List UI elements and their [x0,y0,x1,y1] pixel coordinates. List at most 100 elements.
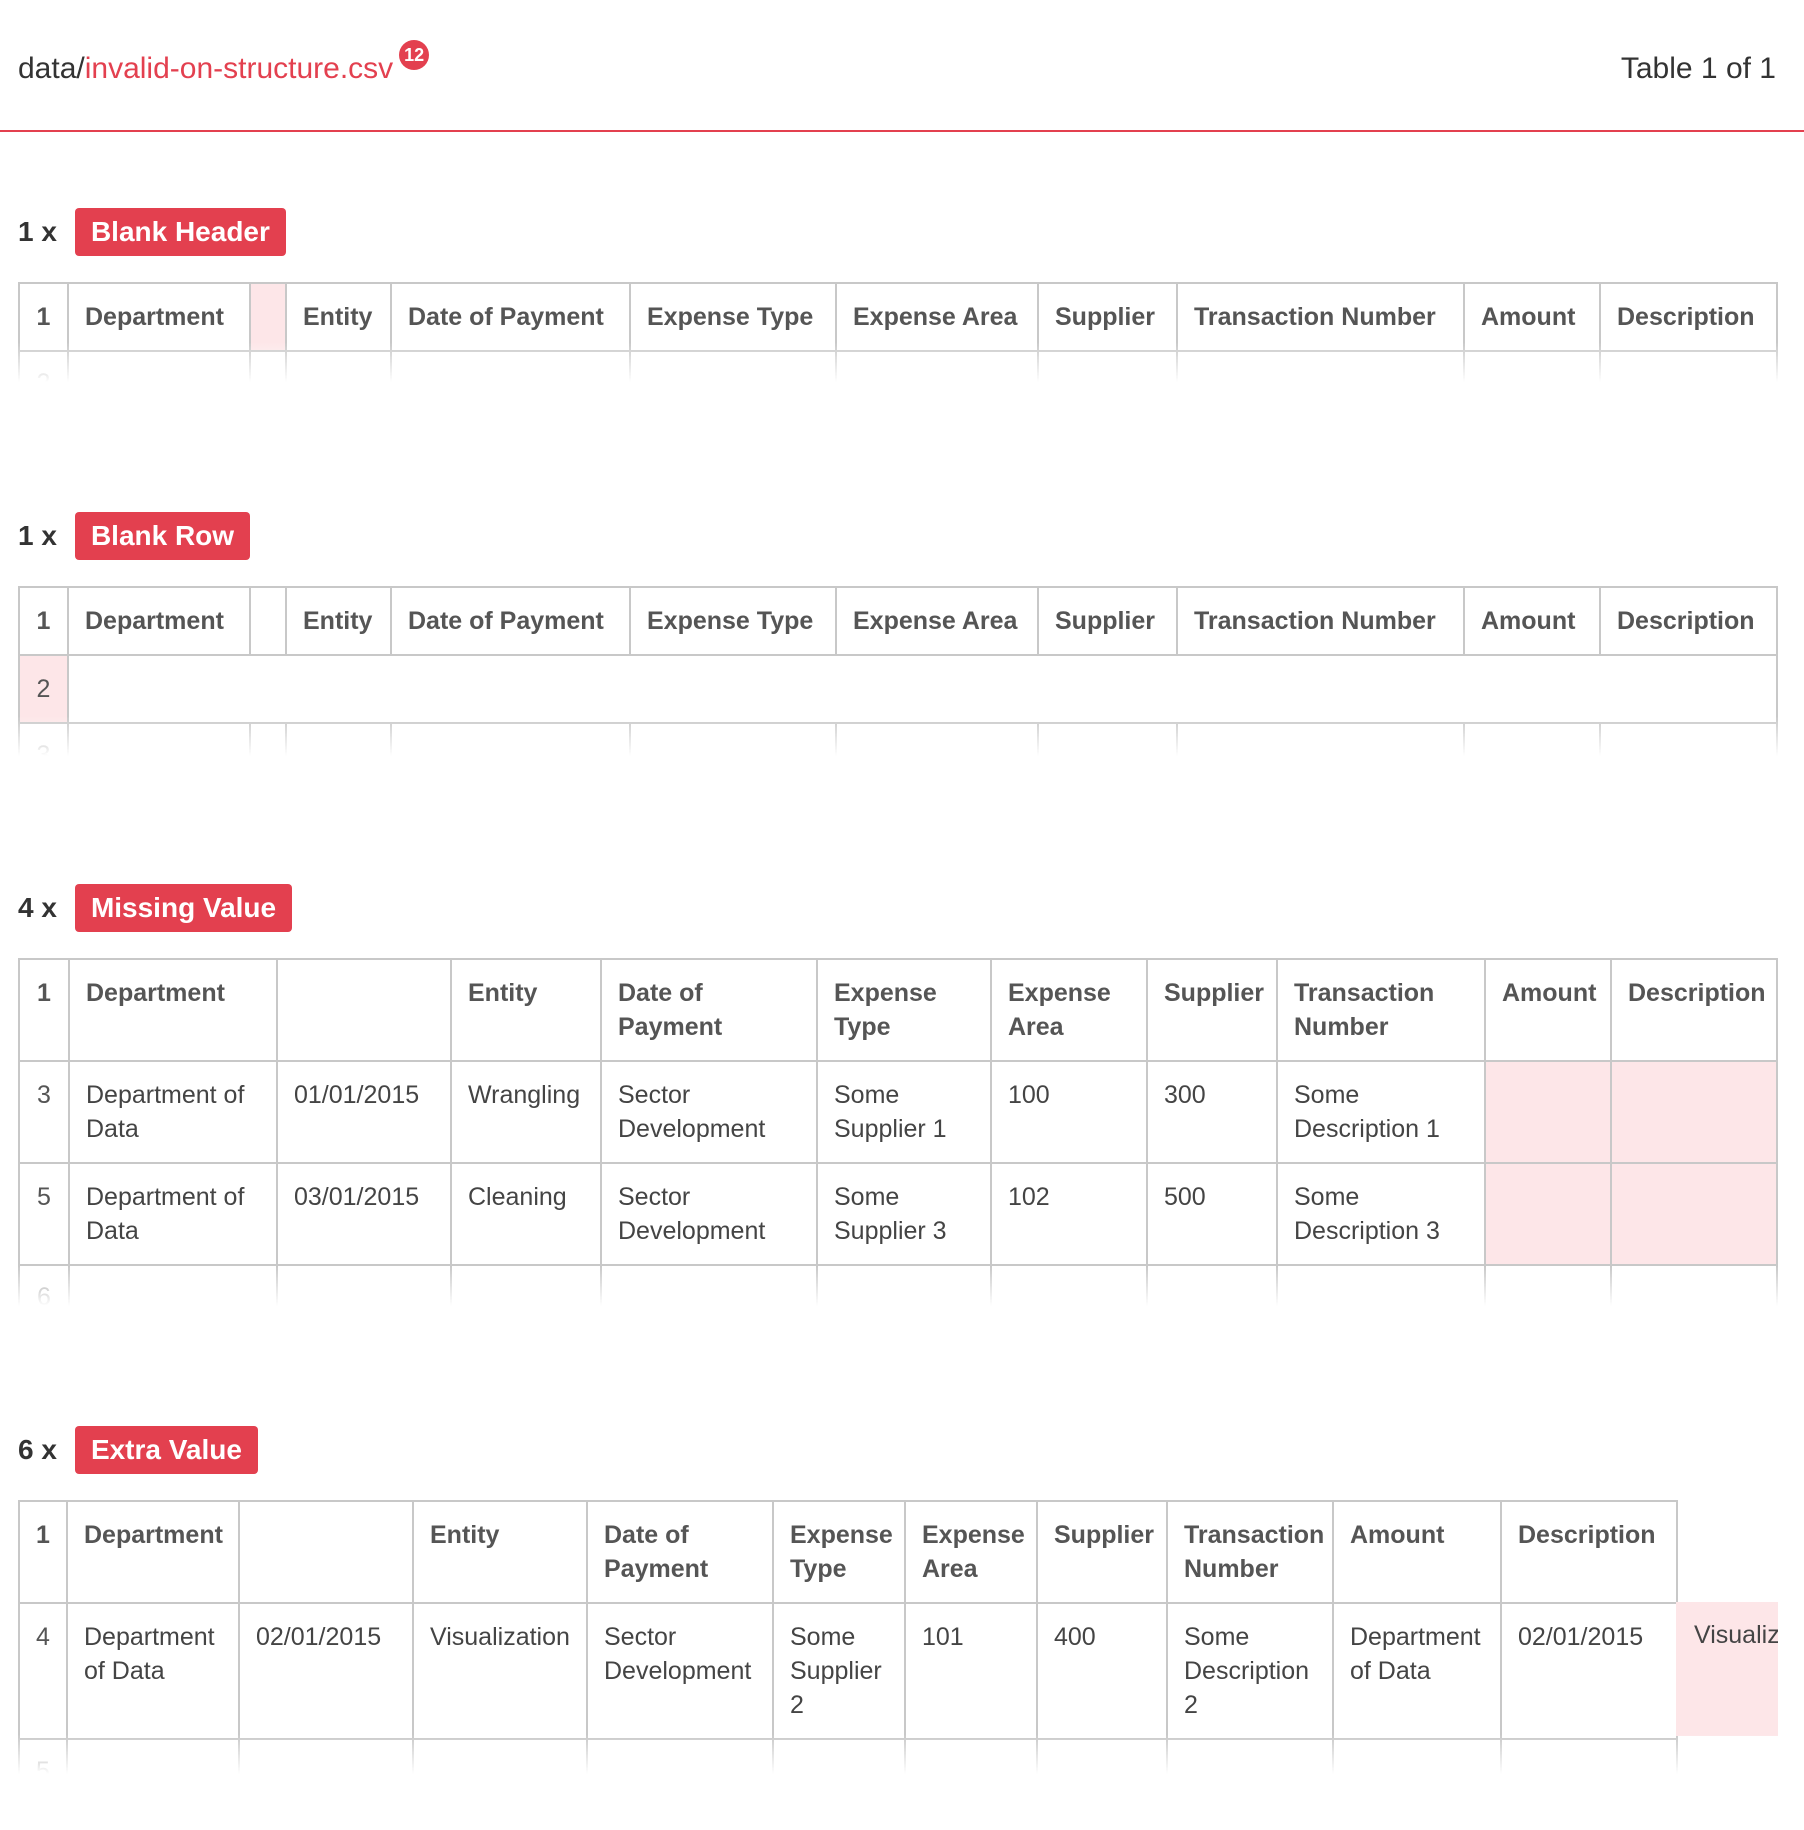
cell [450,1264,602,1306]
table-wrapper: 1 Department Entity Date of Payment Expe… [18,282,1778,382]
missing-value-cell [1610,1060,1778,1164]
cell: Cleaning [450,1162,602,1266]
error-type-badge: Extra Value [74,1426,258,1474]
header-cell: Transaction Number [1166,1500,1334,1604]
header-cell: Description [1500,1500,1678,1604]
header-cell: Expense Area [835,282,1039,352]
report-blank-row: 1 x Blank Row 1 Department Entity Date o… [18,512,1778,756]
header-cell [276,958,452,1062]
cell [1176,350,1465,382]
missing-value-cell [1484,1162,1612,1266]
error-type-badge: Blank Header [74,208,286,256]
header-cell: Supplier [1036,1500,1168,1604]
header-cell: Entity [450,958,602,1062]
table-row: 2 [18,350,1778,382]
cell [276,1264,452,1306]
missing-value-cell [1610,1162,1778,1266]
cell [1037,350,1178,382]
table-count: Table 1 of 1 [1620,52,1776,85]
cell: Some Supplier 3 [816,1162,992,1266]
cell [67,722,251,756]
error-table: 1 Department Entity Date of Payment Expe… [18,586,1778,756]
cell: Department of Data [68,1162,278,1266]
cell [1463,722,1601,756]
cell [1599,722,1778,756]
error-count: 1 x [18,216,57,247]
cell: 400 [1036,1602,1168,1740]
cell [772,1738,906,1774]
header-cell: Description [1599,282,1778,352]
cell: Wrangling [450,1060,602,1164]
header-cell: Amount [1463,282,1601,352]
table-header-row: 1 Department Entity Date of Payment Expe… [18,282,1778,352]
header-cell: Date of Payment [390,282,631,352]
cell [990,1264,1148,1306]
cell: 03/01/2015 [276,1162,452,1266]
header-cell: Expense Area [835,586,1039,656]
cell [285,350,392,382]
header-cell: Expense Type [629,282,837,352]
file-path-prefix: data/ [18,52,85,85]
cell [249,350,287,382]
cell: Some Supplier 1 [816,1060,992,1164]
cell [904,1738,1038,1774]
table-header-row: 1 Department Entity Date of Payment Expe… [18,958,1778,1062]
blank-row-cell [67,654,1778,724]
cell [66,1738,240,1774]
row-number: 4 [18,1602,68,1740]
blank-header-cell [249,282,287,352]
row-number: 1 [18,958,70,1062]
cell: Some Description 3 [1276,1162,1486,1266]
missing-value-cell [1484,1060,1612,1164]
header-cell: Date of Payment [600,958,818,1062]
header-cell: Transaction Number [1176,586,1465,656]
table-row: 5 Department of Data 03/01/2015 Cleaning… [18,1162,1778,1266]
cell [1146,1264,1278,1306]
table-row: 5 [18,1738,1678,1774]
header-cell: Expense Area [904,1500,1038,1604]
header-cell: Entity [285,282,392,352]
cell: Department of Data [1332,1602,1502,1740]
cell [390,722,631,756]
cell [629,350,837,382]
header-cell: Amount [1484,958,1612,1062]
header-cell: Amount [1332,1500,1502,1604]
row-number: 3 [18,1060,70,1164]
row-number: 1 [18,586,69,656]
error-table: 1 Department Entity Date of Payment Expe… [18,282,1778,382]
error-count: 1 x [18,520,57,551]
error-type-badge: Blank Row [74,512,251,560]
row-number: 1 [18,282,69,352]
file-path: data/invalid-on-structure.csv 12 [18,40,430,86]
error-type-badge: Missing Value [74,884,293,932]
cell [816,1264,992,1306]
header-cell: Description [1599,586,1778,656]
cell: Department of Data [66,1602,240,1740]
cell [1037,722,1178,756]
error-count: 6 x [18,1434,57,1465]
header-cell: Expense Type [772,1500,906,1604]
table-header-row: 1 Department Entity Date of Payment Expe… [18,586,1778,656]
report-missing-value: 4 x Missing Value 1 Department Entity Da… [18,884,1778,1306]
row-number: 2 [18,350,69,382]
cell [390,350,631,382]
report-title: 6 x Extra Value [18,1426,1776,1474]
header-cell: Department [67,282,251,352]
row-number: 6 [18,1264,70,1306]
table-row: 3 Department of Data 01/01/2015 Wranglin… [18,1060,1778,1164]
header-cell: Expense Type [816,958,992,1062]
header-cell: Department [67,586,251,656]
cell [238,1738,414,1774]
cell [1484,1264,1612,1306]
header-cell: Supplier [1037,282,1178,352]
extra-value-cell: Visualiz [1676,1602,1778,1736]
header-cell: Transaction Number [1276,958,1486,1062]
row-number: 1 [18,1500,68,1604]
cell [835,350,1039,382]
header-cell: Entity [412,1500,588,1604]
cell [629,722,837,756]
table-row: 6 [18,1264,1778,1306]
cell [1176,722,1465,756]
file-name: invalid-on-structure.csv [84,52,394,85]
error-table: 1 Department Entity Date of Payment Expe… [18,1500,1678,1774]
